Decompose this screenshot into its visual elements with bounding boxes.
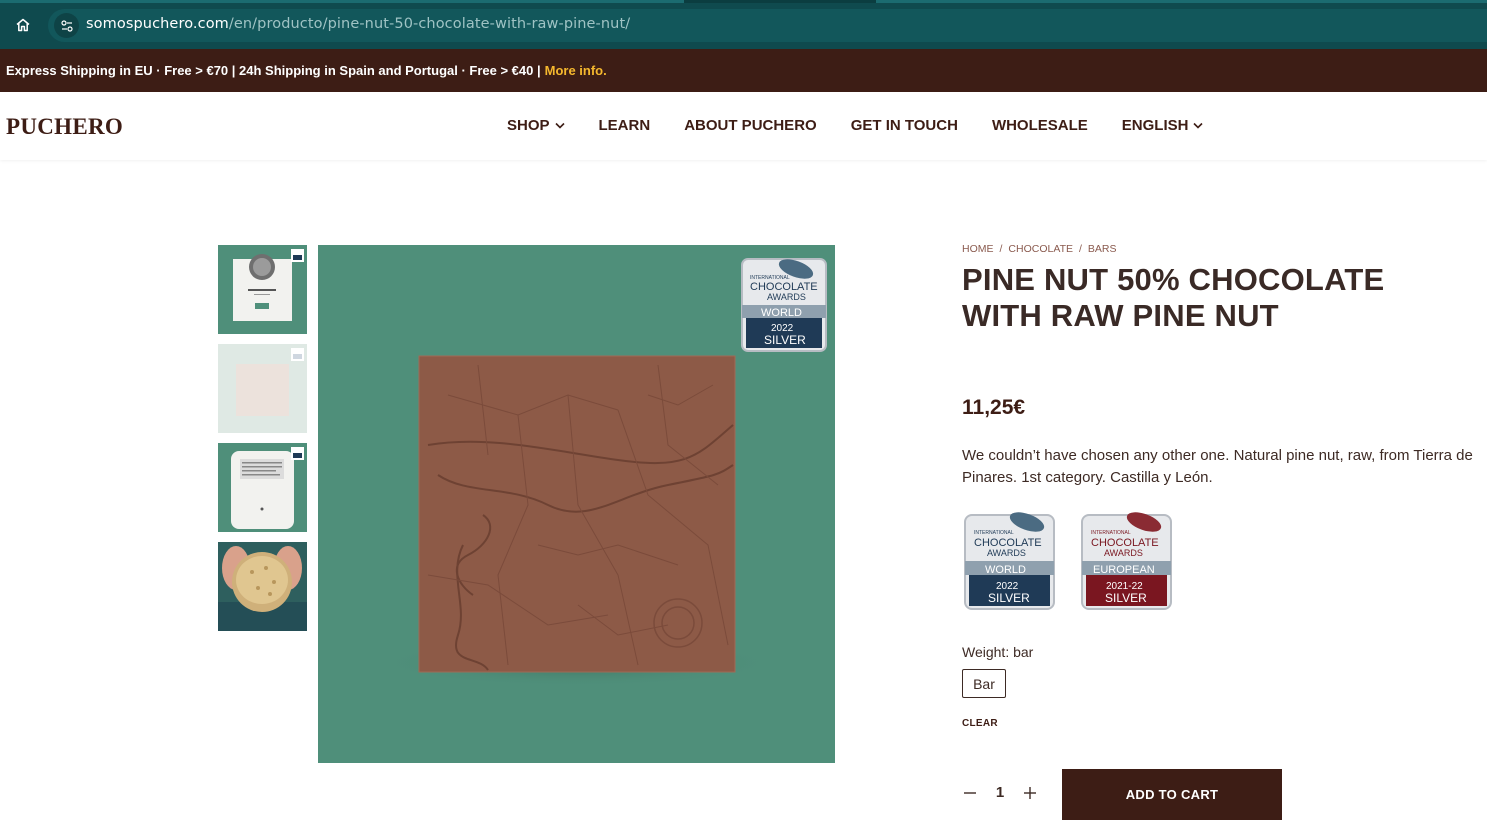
award-line-3: AWARDS — [987, 548, 1026, 558]
product-main-image[interactable]: INTERNATIONAL CHOCOLATE AWARDS WORLD 202… — [318, 245, 835, 763]
active-tab-edge[interactable] — [0, 0, 684, 3]
nav-label: GET IN TOUCH — [850, 117, 958, 134]
award-band: EUROPEAN — [1093, 564, 1155, 576]
nav-item-language[interactable]: ENGLISH — [1122, 117, 1204, 134]
chevron-down-icon — [1193, 122, 1204, 129]
product-description: We couldn’t have chosen any other one. N… — [962, 447, 1473, 486]
nav-item-about[interactable]: ABOUT PUCHERO — [684, 117, 817, 134]
award-line-1: INTERNATIONAL — [974, 530, 1014, 536]
url-host: somospuchero.com — [86, 16, 229, 32]
product-price: 11,25€ — [962, 396, 1026, 419]
nav-item-learn[interactable]: LEARN — [599, 117, 651, 134]
minus-icon — [964, 792, 976, 794]
add-to-cart-button[interactable]: ADD TO CART — [1062, 769, 1282, 820]
svg-text:AWARDS: AWARDS — [767, 292, 806, 302]
announcement-text: Express Shipping in EU · Free > €70 | 24… — [6, 63, 541, 78]
quantity-input[interactable]: 1 — [990, 784, 1010, 801]
more-info-link[interactable]: More info. — [545, 63, 607, 78]
site-info-icon[interactable] — [54, 13, 79, 38]
url-text[interactable]: somospuchero.com/en/producto/pine-nut-50… — [86, 16, 630, 32]
browser-toolbar: somospuchero.com/en/producto/pine-nut-50… — [0, 0, 1487, 49]
breadcrumb: HOME / CHOCOLATE / BARS — [962, 243, 1117, 255]
thumbnail-bar-light[interactable] — [218, 344, 307, 433]
variant-option-bar[interactable]: Bar — [962, 669, 1006, 698]
nav-item-contact[interactable]: GET IN TOUCH — [851, 117, 958, 134]
breadcrumb-home[interactable]: HOME — [962, 243, 994, 255]
announcement-bar: Express Shipping in EU · Free > €70 | 24… — [0, 49, 1487, 92]
breadcrumb-bars[interactable]: BARS — [1088, 243, 1117, 255]
quantity-decrease-button[interactable] — [959, 782, 981, 804]
award-medal: SILVER — [988, 591, 1030, 605]
award-badge-icon: INTERNATIONAL CHOCOLATE AWARDS WORLD 202… — [741, 258, 827, 352]
breadcrumb-chocolate[interactable]: CHOCOLATE — [1008, 243, 1073, 255]
award-band: WORLD — [985, 564, 1026, 576]
nav-item-shop[interactable]: SHOP — [507, 117, 565, 134]
award-line-3: AWARDS — [1104, 548, 1143, 558]
thumbnail-package-back[interactable] — [218, 443, 307, 532]
thumbnail-package-front[interactable] — [218, 245, 307, 334]
breadcrumb-separator: / — [1079, 243, 1082, 255]
nav-label: ABOUT PUCHERO — [684, 117, 817, 134]
product-title: PINE NUT 50% CHOCOLATE WITH RAW PINE NUT — [962, 262, 1385, 333]
inactive-tab-edge[interactable] — [876, 0, 1487, 3]
address-bar[interactable]: somospuchero.com/en/producto/pine-nut-50… — [48, 9, 1487, 42]
nav-label: LEARN — [598, 117, 651, 134]
award-line-1: INTERNATIONAL — [1091, 530, 1131, 536]
award-european-silver: INTERNATIONAL CHOCOLATE AWARDS EUROPEAN … — [1080, 510, 1173, 611]
svg-text:WORLD: WORLD — [761, 307, 802, 319]
nav-label: WHOLESALE — [991, 117, 1088, 134]
main-nav: SHOP LEARN ABOUT PUCHERO GET IN TOUCH WH… — [507, 117, 1237, 134]
nav-label: ENGLISH — [1121, 117, 1189, 134]
logo[interactable]: PUCHERO — [6, 114, 123, 140]
nav-item-wholesale[interactable]: WHOLESALE — [992, 117, 1088, 134]
chevron-down-icon — [554, 122, 565, 129]
home-icon[interactable] — [12, 14, 34, 36]
weight-label: Weight: bar — [962, 644, 1034, 660]
award-world-silver: INTERNATIONAL CHOCOLATE AWARDS WORLD 202… — [963, 510, 1056, 611]
clear-selection-link[interactable]: CLEAR — [962, 718, 998, 729]
url-path: /en/producto/pine-nut-50-chocolate-with-… — [228, 16, 631, 32]
svg-text:SILVER: SILVER — [764, 333, 806, 347]
site-header: PUCHERO SHOP LEARN ABOUT PUCHERO GET IN … — [0, 92, 1487, 160]
thumbnail-pine-nuts-hands[interactable] — [218, 542, 307, 631]
nav-label: SHOP — [507, 117, 550, 134]
quantity-increase-button[interactable] — [1019, 782, 1041, 804]
plus-icon — [1024, 787, 1036, 799]
breadcrumb-separator: / — [999, 243, 1003, 255]
award-medal: SILVER — [1105, 591, 1147, 605]
